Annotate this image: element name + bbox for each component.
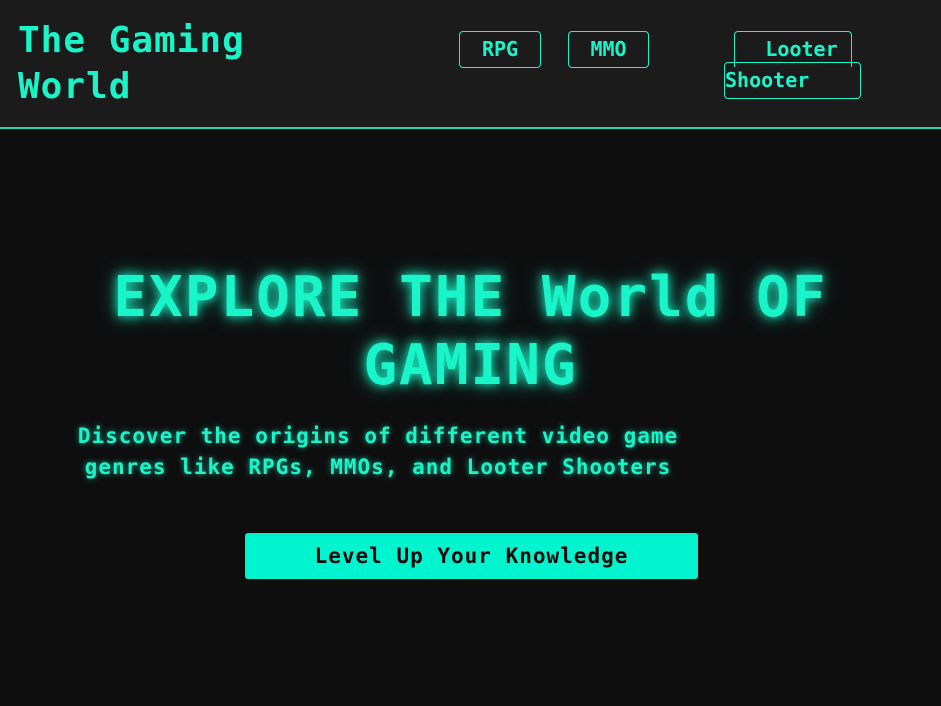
hero-subtitle: Discover the origins of different video …: [77, 424, 679, 479]
level-up-button[interactable]: Level Up Your Knowledge: [245, 533, 698, 579]
nav-mmo-button[interactable]: MMO: [568, 31, 649, 68]
nav-rpg-button[interactable]: RPG: [459, 31, 541, 68]
nav-label-line: Looter: [765, 37, 838, 61]
nav-looter-shooter-button[interactable]: Looter Shooter: [724, 31, 861, 99]
nav-looter-shooter-label: Looter Shooter: [724, 34, 861, 96]
site-logo[interactable]: The Gaming World: [18, 18, 338, 110]
site-header: The Gaming World RPG MMO Looter Shooter: [0, 0, 941, 129]
hero-title: EXPLORE THE World OF GAMING: [113, 265, 828, 398]
nav-label-line: Shooter: [725, 68, 810, 92]
